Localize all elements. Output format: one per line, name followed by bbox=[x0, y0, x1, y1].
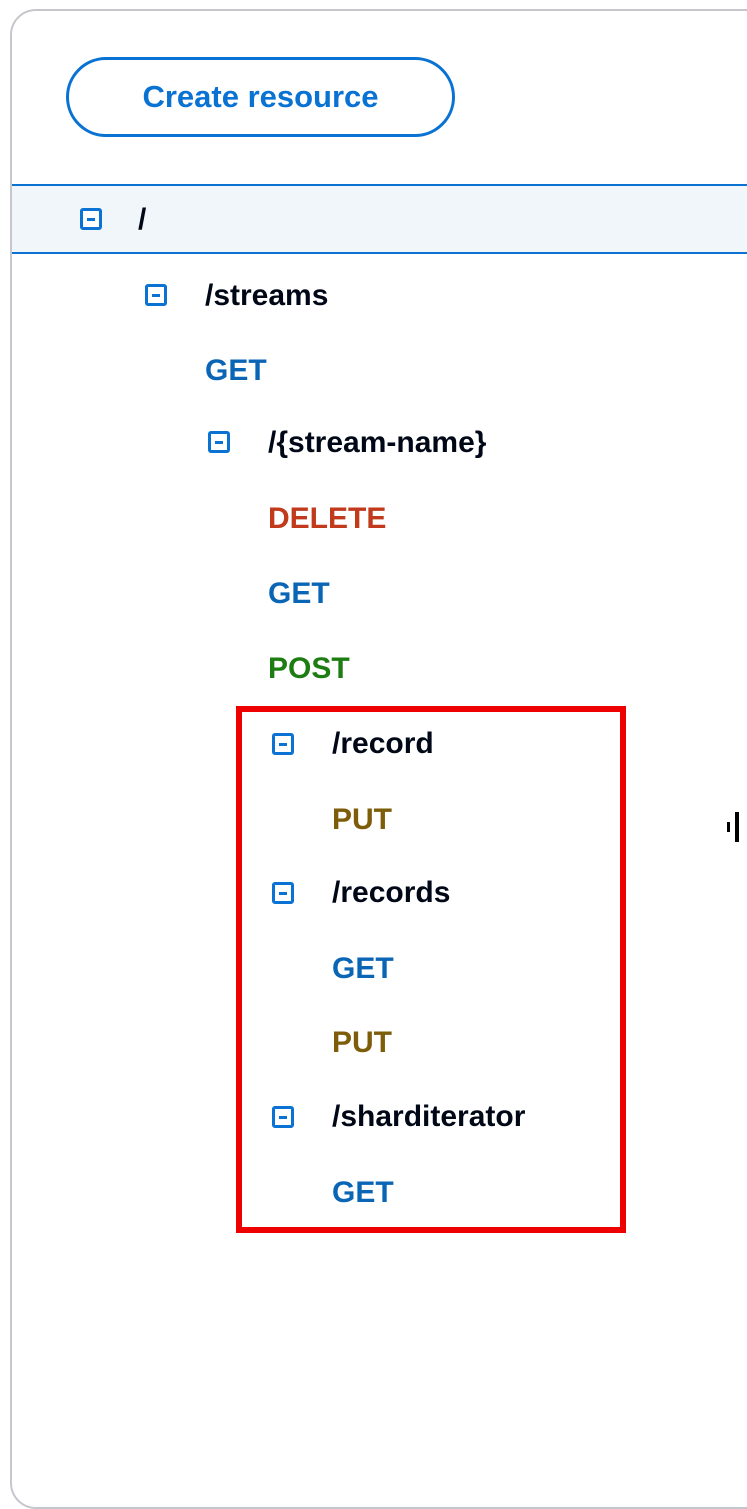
highlight-annotation-box bbox=[236, 706, 626, 1233]
tree-node-root[interactable]: / bbox=[138, 202, 146, 238]
method-get[interactable]: GET bbox=[268, 576, 330, 612]
tree-node-stream-name[interactable]: /{stream-name} bbox=[268, 425, 486, 461]
resize-handle-icon[interactable] bbox=[727, 812, 741, 842]
method-get[interactable]: GET bbox=[205, 353, 267, 389]
method-post[interactable]: POST bbox=[268, 651, 350, 687]
create-resource-button[interactable]: Create resource bbox=[66, 57, 455, 137]
method-delete[interactable]: DELETE bbox=[268, 501, 386, 537]
tree-node-streams[interactable]: /streams bbox=[205, 278, 328, 314]
collapse-icon[interactable] bbox=[145, 284, 167, 306]
collapse-icon[interactable] bbox=[208, 431, 230, 453]
collapse-icon[interactable] bbox=[80, 208, 102, 230]
tree-row-root-selected[interactable] bbox=[12, 184, 747, 254]
